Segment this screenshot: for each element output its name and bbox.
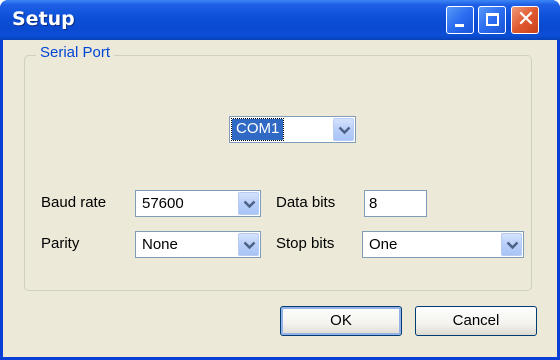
window-title: Setup	[12, 8, 75, 30]
close-button[interactable]: ✕	[511, 6, 539, 34]
baud-rate-select[interactable]: 57600	[135, 190, 261, 217]
setup-window: Setup ✕ Serial Port COM1 Baud rate 57600…	[0, 0, 560, 360]
port-select[interactable]: COM1	[229, 116, 356, 143]
chevron-down-icon	[243, 200, 256, 209]
chevron-down-icon	[338, 126, 351, 135]
parity-arrow[interactable]	[238, 233, 259, 256]
chevron-down-icon	[506, 241, 519, 250]
maximize-icon	[486, 13, 499, 26]
maximize-button[interactable]	[478, 6, 506, 34]
data-bits-value: 8	[369, 195, 378, 212]
parity-label: Parity	[41, 235, 80, 252]
stop-bits-label: Stop bits	[276, 235, 335, 252]
minimize-icon	[455, 24, 464, 27]
stop-bits-select[interactable]: One	[362, 231, 524, 258]
chevron-down-icon	[243, 241, 256, 250]
parity-value: None	[142, 236, 178, 253]
port-select-arrow[interactable]	[333, 118, 354, 141]
ok-button[interactable]: OK	[280, 306, 402, 336]
data-bits-field[interactable]: 8	[364, 190, 427, 217]
stop-bits-arrow[interactable]	[501, 233, 522, 256]
cancel-button[interactable]: Cancel	[415, 306, 537, 336]
title-bar[interactable]: Setup ✕	[0, 0, 560, 40]
port-select-value: COM1	[230, 118, 285, 141]
serial-port-group-label: Serial Port	[36, 44, 115, 61]
baud-rate-arrow[interactable]	[238, 192, 259, 215]
minimize-button[interactable]	[446, 6, 474, 34]
parity-select[interactable]: None	[135, 231, 261, 258]
baud-rate-label: Baud rate	[41, 194, 107, 211]
data-bits-label: Data bits	[276, 194, 336, 211]
baud-rate-value: 57600	[142, 195, 184, 212]
close-icon: ✕	[516, 7, 536, 32]
stop-bits-value: One	[369, 236, 398, 253]
